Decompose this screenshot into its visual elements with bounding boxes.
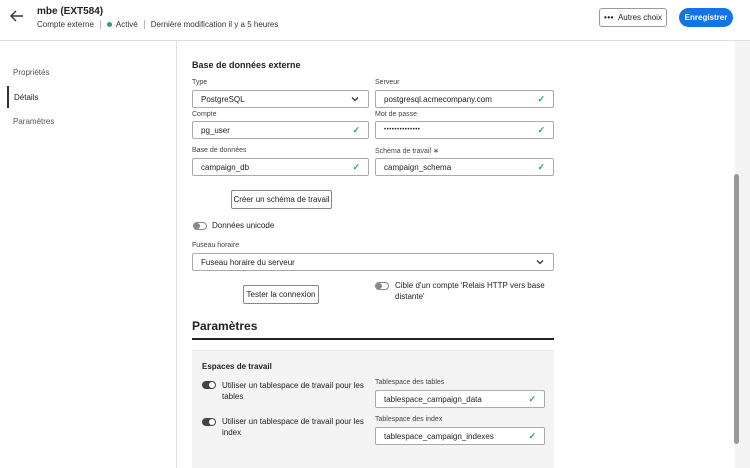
tables-tablespace-label-line1: Utiliser un tablespace de travail pour l… <box>222 381 364 390</box>
section-title-external-db: Base de données externe <box>192 60 301 70</box>
page-title: mbe (EXT584) <box>37 6 104 17</box>
schema-value: campaign_schema <box>384 162 452 172</box>
create-schema-button[interactable]: Créer un schéma de travail <box>231 190 332 209</box>
unicode-label: Données unicode <box>212 221 275 230</box>
checkmark-icon: ✓ <box>537 161 545 172</box>
more-actions-label: Autres choix <box>617 13 662 22</box>
type-select[interactable]: PostgreSQL <box>192 90 369 108</box>
schema-input[interactable]: campaign_schema ✓ <box>375 158 554 176</box>
last-modified: Dernière modification il y a 5 heures <box>150 20 279 29</box>
database-value: campaign_db <box>201 162 250 172</box>
password-label: Mot de passe <box>375 111 418 118</box>
chevron-down-icon <box>351 97 359 102</box>
sidebar-item-details[interactable]: Détails <box>7 86 167 108</box>
sidebar-item-properties[interactable]: Propriétés <box>7 61 167 83</box>
http-relay-label-line2: distante' <box>395 292 425 301</box>
tables-tablespace-input[interactable]: tablespace_campaign_data ✓ <box>375 390 545 408</box>
page-header: mbe (EXT584) Compte externe Activé Derni… <box>0 0 750 41</box>
account-type: Compte externe <box>37 20 94 29</box>
account-meta: Compte externe Activé Dernière modificat… <box>37 20 278 29</box>
timezone-label: Fuseau horaire <box>192 242 240 249</box>
server-input[interactable]: postgresql.acmecompany.com ✓ <box>375 90 554 108</box>
index-tablespace-toggle[interactable] <box>202 418 216 426</box>
index-tablespace-value: tablespace_campaign_indexes <box>384 431 494 441</box>
index-tablespace-label-line1: Utiliser un tablespace de travail pour l… <box>222 417 364 426</box>
server-value: postgresql.acmecompany.com <box>384 94 492 104</box>
checkmark-icon: ✓ <box>528 430 536 441</box>
divider <box>143 20 145 29</box>
ellipsis-icon: ••• <box>604 13 614 22</box>
unicode-toggle[interactable] <box>193 222 207 230</box>
sidebar-item-settings[interactable]: Paramètres <box>7 110 167 132</box>
index-tablespace-input[interactable]: tablespace_campaign_indexes ✓ <box>375 427 545 445</box>
checkmark-icon: ✓ <box>537 93 545 104</box>
divider <box>99 20 101 29</box>
sidebar-item-label: Paramètres <box>13 116 55 126</box>
account-label: Compte <box>192 111 217 118</box>
tables-tablespace-toggle[interactable] <box>202 381 216 389</box>
database-label: Base de données <box>192 147 247 154</box>
workspaces-title: Espaces de travail <box>202 362 272 371</box>
section-divider <box>192 338 554 340</box>
account-input[interactable]: pg_user ✓ <box>192 121 369 139</box>
schema-label: Schéma de travail ∗ <box>375 148 439 155</box>
password-value: •••••••••••••• <box>384 127 421 133</box>
chevron-down-icon <box>536 260 544 265</box>
database-input[interactable]: campaign_db ✓ <box>192 158 369 176</box>
tables-tablespace-field-label: Tablespace des tables <box>375 379 445 386</box>
tables-tablespace-label-line2: tables <box>222 392 244 401</box>
index-tablespace-field-label: Tablespace des index <box>375 416 443 423</box>
http-relay-label-line1: Cible d'un compte 'Relais HTTP vers base <box>395 281 545 290</box>
status-badge: Activé <box>115 20 138 29</box>
more-actions-button[interactable]: ••• Autres choix <box>599 8 667 27</box>
test-connection-button[interactable]: Tester la connexion <box>243 285 319 304</box>
status-dot-icon <box>106 22 112 27</box>
scrollbar-thumb[interactable] <box>734 174 739 444</box>
checkmark-icon: ✓ <box>352 161 360 172</box>
http-relay-toggle[interactable] <box>375 282 389 290</box>
checkmark-icon: ✓ <box>537 124 545 135</box>
sidebar-item-label: Détails <box>14 92 39 102</box>
sidebar: Propriétés Détails Paramètres <box>0 41 176 468</box>
sidebar-item-label: Propriétés <box>13 67 50 77</box>
back-arrow-icon[interactable] <box>10 10 26 24</box>
checkmark-icon: ✓ <box>352 124 360 135</box>
type-value: PostgreSQL <box>201 94 245 104</box>
tables-tablespace-value: tablespace_campaign_data <box>384 394 482 404</box>
checkmark-icon: ✓ <box>528 393 536 404</box>
save-button[interactable]: Enregistrer <box>679 8 733 27</box>
password-input[interactable]: •••••••••••••• ✓ <box>375 121 554 139</box>
timezone-value: Fuseau horaire du serveur <box>201 257 295 267</box>
server-label: Serveur <box>375 79 400 86</box>
timezone-select[interactable]: Fuseau horaire du serveur <box>192 253 554 271</box>
index-tablespace-label-line2: index <box>222 428 242 437</box>
type-label: Type <box>192 79 208 86</box>
tables-tablespace-label: Utiliser un tablespace de travail pour l… <box>222 380 364 402</box>
section-title-parameters: Paramètres <box>192 319 258 333</box>
account-value: pg_user <box>201 125 230 135</box>
http-relay-label: Cible d'un compte 'Relais HTTP vers base… <box>395 280 545 302</box>
index-tablespace-label: Utiliser un tablespace de travail pour l… <box>222 416 364 438</box>
